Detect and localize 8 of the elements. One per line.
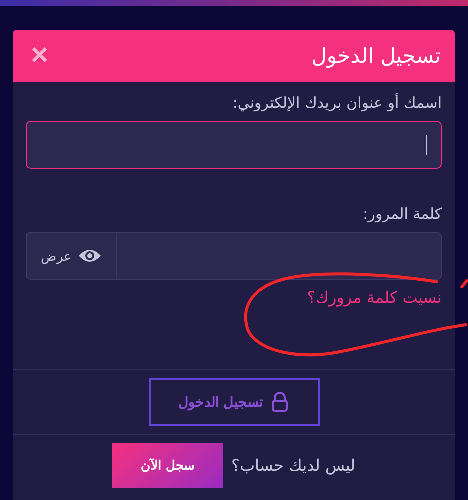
dialog-title: تسجيل الدخول — [312, 44, 441, 68]
register-button[interactable]: سجل الآن — [112, 443, 224, 488]
field-label: كلمة المرور: — [362, 205, 442, 223]
close-button[interactable]: × — [27, 41, 53, 71]
forgot-password-link[interactable]: نسيت كلمة مرورك؟ — [307, 288, 442, 307]
field-label: اسمك أو عنوان بريدك الإلكتروني: — [232, 94, 442, 112]
register-prompt: ليس لديك حساب؟ — [231, 456, 356, 475]
login-button[interactable]: تسجيل الدخول — [148, 378, 320, 426]
